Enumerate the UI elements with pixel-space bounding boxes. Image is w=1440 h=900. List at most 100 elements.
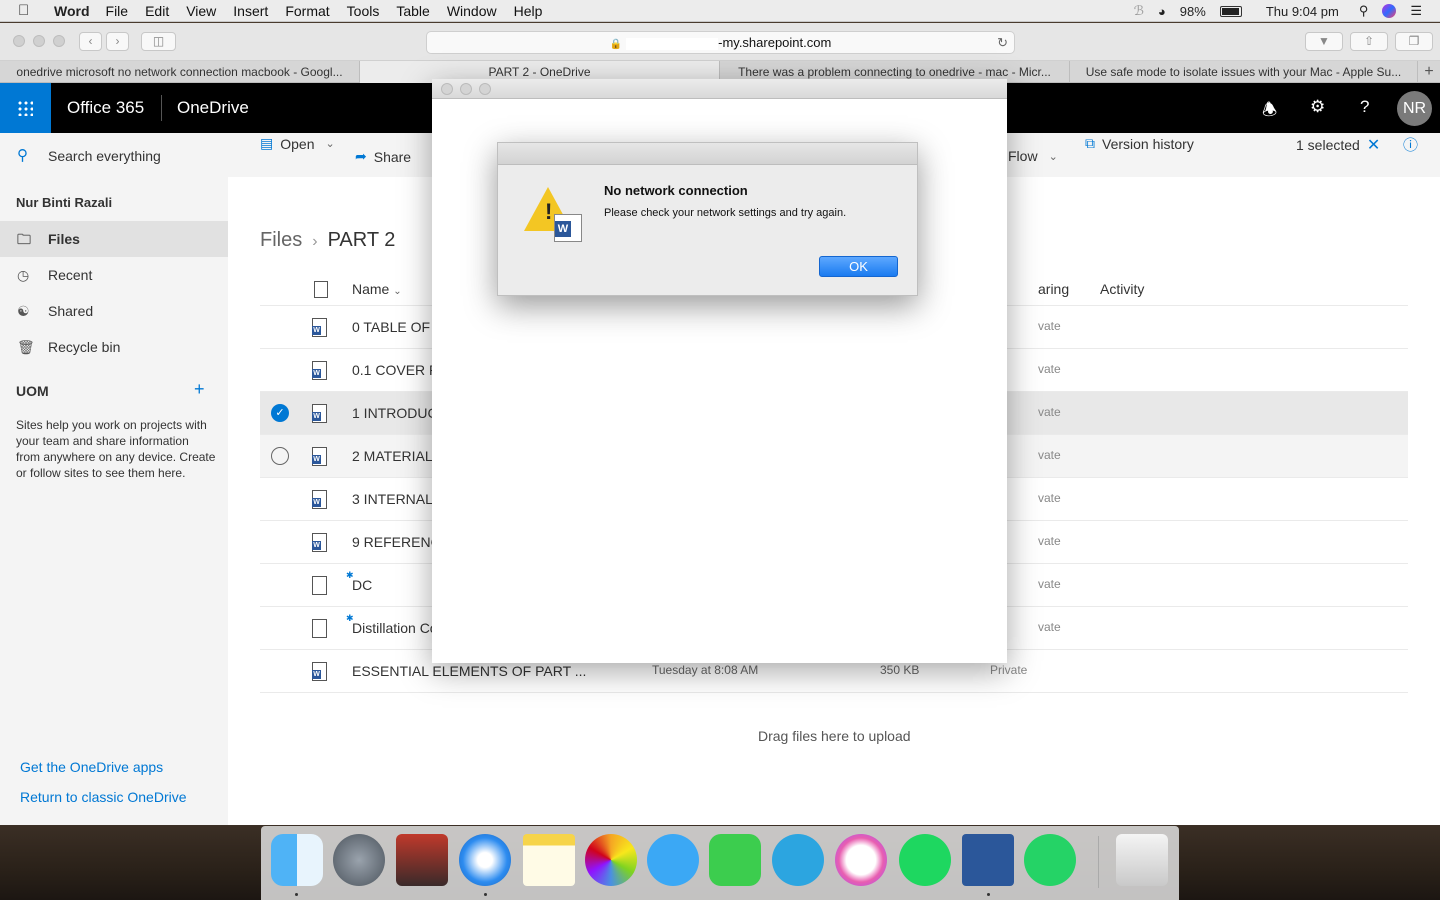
- sharing-column-header[interactable]: aring: [1038, 281, 1069, 297]
- menu-table[interactable]: Table: [396, 3, 429, 19]
- downloads-icon[interactable]: ▼: [1305, 32, 1343, 51]
- bluetooth-icon[interactable]: ℬ: [1134, 3, 1144, 19]
- address-bar[interactable]: 🔒 -my.sharepoint.com ↻: [426, 31, 1015, 54]
- menu-app-name[interactable]: Word: [54, 3, 90, 19]
- siri-icon[interactable]: [1382, 4, 1397, 18]
- sidebar-item-shared[interactable]: ☯ Shared: [0, 293, 228, 329]
- file-name[interactable]: DC: [352, 577, 372, 593]
- share-icon[interactable]: ⇧: [1350, 32, 1388, 51]
- messages-icon[interactable]: [647, 834, 699, 886]
- word-zoom-button[interactable]: [479, 83, 491, 95]
- tab-google-search[interactable]: onedrive microsoft no network connection…: [0, 61, 360, 83]
- product-name[interactable]: OneDrive: [177, 98, 249, 118]
- itunes-icon[interactable]: [835, 834, 887, 886]
- sidebar-item-recent[interactable]: ◷ Recent: [0, 257, 228, 293]
- file-name[interactable]: 0 TABLE OF C: [352, 319, 444, 335]
- battery-icon[interactable]: [1219, 5, 1242, 17]
- gear-icon[interactable]: ⚙: [1310, 97, 1325, 117]
- back-button[interactable]: ‹: [79, 32, 102, 51]
- new-tab-button[interactable]: +: [1418, 61, 1440, 82]
- chevron-right-icon: ›: [312, 233, 318, 250]
- waffle-icon: [17, 100, 33, 116]
- forward-button[interactable]: ›: [106, 32, 129, 51]
- browser-toolbar: ‹ › ◫ 🔒 -my.sharepoint.com ↻ ▼ ⇧ ❐: [0, 23, 1440, 61]
- info-icon[interactable]: ⓘ: [1403, 134, 1418, 155]
- file-name[interactable]: Distillation Co: [352, 620, 438, 636]
- finder-icon[interactable]: [271, 834, 323, 886]
- app-launcher-button[interactable]: [0, 83, 51, 133]
- menu-tools[interactable]: Tools: [347, 3, 380, 19]
- share-label: Share: [373, 148, 412, 165]
- wifi-icon[interactable]: ◕: [1158, 4, 1166, 19]
- clock[interactable]: Thu 9:04 pm: [1266, 4, 1339, 19]
- window-close-button[interactable]: [13, 35, 25, 47]
- add-site-icon[interactable]: +: [194, 379, 205, 400]
- spotlight-icon[interactable]: ⚲: [1359, 3, 1369, 19]
- apple-icon[interactable]: : [18, 2, 36, 19]
- menu-insert[interactable]: Insert: [233, 3, 268, 19]
- dialog-titlebar: [498, 143, 917, 165]
- trash-icon[interactable]: [1116, 834, 1168, 886]
- word-file-icon: [312, 490, 327, 509]
- word-icon[interactable]: [962, 834, 1014, 886]
- file-name[interactable]: ESSENTIAL ELEMENTS OF PART ...: [352, 663, 586, 679]
- sidebar-item-files[interactable]: 🗀 Files: [0, 221, 228, 257]
- chevron-down-icon: ⌄: [325, 138, 335, 150]
- activity-column-header[interactable]: Activity: [1100, 281, 1144, 297]
- classic-onedrive-link[interactable]: Return to classic OneDrive: [20, 789, 187, 805]
- open-button[interactable]: ▤ Open ⌄: [260, 135, 335, 152]
- notes-icon[interactable]: [523, 834, 575, 886]
- file-icon: [312, 576, 327, 595]
- whatsapp-icon[interactable]: [1024, 834, 1076, 886]
- word-close-button[interactable]: [441, 83, 453, 95]
- office-brand[interactable]: Office 365: [67, 98, 144, 118]
- name-column-header[interactable]: Name ⌄: [352, 281, 402, 297]
- menu-view[interactable]: View: [186, 3, 216, 19]
- row-checkbox[interactable]: [271, 447, 289, 465]
- safari-icon[interactable]: [459, 834, 511, 886]
- get-apps-link[interactable]: Get the OneDrive apps: [20, 759, 163, 775]
- telegram-icon[interactable]: [772, 834, 824, 886]
- clear-selection-icon[interactable]: ✕: [1367, 135, 1380, 155]
- spotify-icon[interactable]: [899, 834, 951, 886]
- battery-percent: 98%: [1179, 3, 1206, 19]
- notification-center-icon[interactable]: ☰: [1410, 3, 1422, 19]
- reload-icon[interactable]: ↻: [997, 32, 1008, 53]
- avatar[interactable]: NR: [1397, 91, 1432, 126]
- menu-format[interactable]: Format: [285, 3, 329, 19]
- facetime-icon[interactable]: [709, 834, 761, 886]
- share-button[interactable]: ➦ Share: [355, 148, 411, 165]
- sharing-status: vate: [1038, 405, 1061, 419]
- menu-window[interactable]: Window: [447, 3, 497, 19]
- file-name[interactable]: 2 MATERIAL A: [352, 448, 445, 464]
- launchpad-icon[interactable]: [333, 834, 385, 886]
- sidebar-toggle-icon[interactable]: ◫: [141, 32, 176, 51]
- word-doc-icon: ▤: [260, 135, 274, 151]
- ok-button[interactable]: OK: [819, 256, 898, 277]
- file-type-header-icon[interactable]: [314, 281, 328, 298]
- photos-icon[interactable]: [585, 834, 637, 886]
- menu-help[interactable]: Help: [514, 3, 543, 19]
- open-label: Open: [280, 135, 315, 152]
- help-icon[interactable]: ?: [1360, 97, 1369, 117]
- flow-button[interactable]: Flow ⌄: [1008, 148, 1058, 164]
- version-history-button[interactable]: ⧉ Version history: [1085, 135, 1194, 152]
- tabs-overview-icon[interactable]: ❐: [1395, 32, 1433, 51]
- menu-edit[interactable]: Edit: [145, 3, 169, 19]
- breadcrumb-root[interactable]: Files: [260, 229, 302, 251]
- search-box[interactable]: ⚲ Search everything: [0, 133, 228, 177]
- menu-file[interactable]: File: [106, 3, 129, 19]
- file-name[interactable]: 3 INTERNAL I: [352, 491, 440, 507]
- sites-group-title[interactable]: UOM: [16, 383, 49, 399]
- bell-icon[interactable]: 🕭: [1262, 97, 1277, 126]
- sidebar-item-recycle-bin[interactable]: 🗑 Recycle bin: [0, 329, 228, 365]
- row-checkbox[interactable]: ✓: [271, 404, 289, 422]
- photo-booth-icon[interactable]: [396, 834, 448, 886]
- tab-apple-support[interactable]: Use safe mode to isolate issues with you…: [1070, 61, 1418, 83]
- window-minimize-button[interactable]: [33, 35, 45, 47]
- window-zoom-button[interactable]: [53, 35, 65, 47]
- word-minimize-button[interactable]: [460, 83, 472, 95]
- file-name[interactable]: 1 INTRODUC: [352, 405, 438, 421]
- breadcrumb: Files › PART 2: [260, 229, 395, 252]
- word-window-titlebar[interactable]: [432, 79, 1007, 99]
